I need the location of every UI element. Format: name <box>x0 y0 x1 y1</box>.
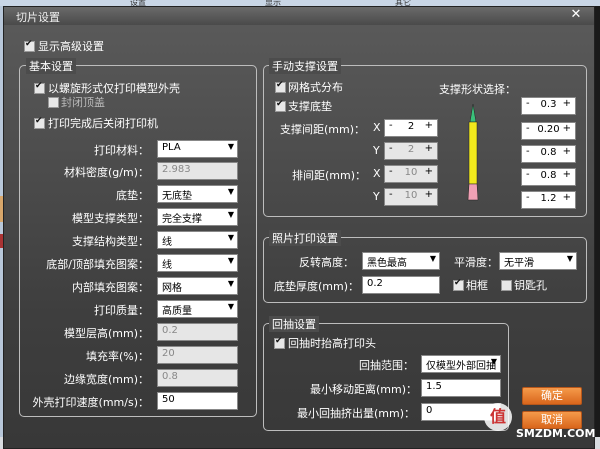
shape-stepper-4[interactable]: -0.8 + <box>521 168 576 186</box>
support-shape-icon <box>467 103 479 201</box>
material-label: 打印材料： <box>94 144 149 157</box>
base-label: 底垫： <box>116 189 149 202</box>
frame-label: 相框 <box>466 279 488 292</box>
edge-width-field[interactable]: 0.8 <box>157 369 238 387</box>
dialog-title: 切片设置 <box>16 11 60 24</box>
support-shape-label: 支撑形状选择： <box>439 83 516 96</box>
quality-select[interactable]: 高质量 ▼ <box>157 300 238 318</box>
close-top-label: 封闭顶盖 <box>61 96 105 109</box>
min-move-field[interactable]: 1.5 <box>421 379 501 397</box>
material-select[interactable]: PLA ▼ <box>157 140 238 158</box>
spacing-y-label: Y <box>373 144 380 157</box>
density-label: 材料密度(g/m)： <box>64 166 149 179</box>
inner-pattern-label: 内部填充图案： <box>72 281 149 294</box>
lift-head-label: 回抽时抬高打印头 <box>288 337 376 350</box>
ok-button[interactable]: 确定 <box>522 387 582 405</box>
invert-height-select[interactable]: 黑色最高 ▼ <box>362 252 440 270</box>
watermark-text: SMZDM.COM <box>516 427 596 440</box>
retract-title: 回抽设置 <box>269 316 319 332</box>
layer-height-label: 模型层高(mm)： <box>63 327 149 340</box>
quality-label: 打印质量： <box>94 304 149 317</box>
shape-stepper-5[interactable]: -1.2 + <box>521 191 576 209</box>
support-type-select[interactable]: 完全支撑 ▼ <box>157 208 238 226</box>
keyhole-label: 钥匙孔 <box>514 279 547 292</box>
support-base-label: 支撑底垫 <box>288 100 332 113</box>
spiral-outer-checkbox[interactable] <box>34 81 45 94</box>
support-type-label: 模型支撑类型： <box>72 212 149 225</box>
fill-pattern-label: 底部/顶部填充图案： <box>46 258 149 271</box>
fill-pattern-select[interactable]: 线 ▼ <box>157 254 238 272</box>
layer-height-field[interactable]: 0.2 <box>157 323 238 341</box>
row-x-label: X <box>373 167 381 180</box>
base-thickness-label: 底垫厚度(mm)： <box>274 280 360 293</box>
lift-head-checkbox[interactable] <box>274 336 285 349</box>
grid-distribution-label: 网格式分布 <box>288 81 343 94</box>
spacing-x-label: X <box>373 121 381 134</box>
density-field[interactable]: 2.983 <box>157 162 238 180</box>
edge-width-label: 边缘宽度(mm)： <box>63 373 149 386</box>
show-advanced-checkbox[interactable] <box>24 39 35 52</box>
inner-pattern-select[interactable]: 网格 ▼ <box>157 277 238 295</box>
manual-support-title: 手动支撑设置 <box>269 58 341 74</box>
frame-checkbox[interactable] <box>453 278 464 291</box>
retract-range-label: 回抽范围： <box>359 359 414 372</box>
support-spacing-label: 支撑间距(mm)： <box>280 123 366 136</box>
support-base-checkbox[interactable] <box>275 99 286 112</box>
spacing-y-stepper[interactable]: -2 + <box>384 142 438 160</box>
base-thickness-field[interactable]: 0.2 <box>362 276 440 294</box>
keyhole-checkbox[interactable] <box>501 280 512 291</box>
shutdown-label: 打印完成后关闭打印机 <box>48 117 158 130</box>
title-bar[interactable]: 切片设置 ✕ <box>4 7 594 25</box>
slice-settings-dialog: 切片设置 ✕ 显示高级设置 基本设置 以螺旋形式仅打印模型外壳 封闭顶盖 打印完… <box>3 6 595 449</box>
fill-rate-label: 填充率(%)： <box>85 350 149 363</box>
shutdown-checkbox[interactable] <box>34 116 45 129</box>
spacing-x-stepper[interactable]: -2 + <box>384 119 438 137</box>
close-top-checkbox[interactable] <box>48 97 59 108</box>
row-y-label: Y <box>373 190 380 203</box>
fill-rate-field[interactable]: 20 <box>157 346 238 364</box>
row-spacing-label: 排间距(mm)： <box>292 169 367 182</box>
support-struct-label: 支撑结构类型： <box>72 235 149 248</box>
basic-settings-title: 基本设置 <box>26 58 76 74</box>
base-select[interactable]: 无底垫 ▼ <box>157 185 238 203</box>
shape-stepper-1[interactable]: -0.3 + <box>521 97 576 115</box>
invert-height-label: 反转高度： <box>299 256 354 269</box>
support-struct-select[interactable]: 线 ▼ <box>157 231 238 249</box>
min-move-label: 最小移动距离(mm)： <box>310 383 418 396</box>
shell-speed-label: 外壳打印速度(mm/s)： <box>32 396 149 409</box>
watermark-logo-icon: 值 <box>484 403 512 431</box>
shape-stepper-3[interactable]: -0.8 + <box>521 145 576 163</box>
show-advanced-label: 显示高级设置 <box>38 40 104 53</box>
smoothness-label: 平滑度： <box>454 256 498 269</box>
photo-print-title: 照片打印设置 <box>269 230 341 246</box>
shell-speed-field[interactable]: 50 <box>157 392 238 410</box>
row-y-stepper[interactable]: -10 + <box>384 188 438 206</box>
shape-stepper-2[interactable]: -0.20 + <box>521 122 576 140</box>
retract-range-select[interactable]: 仅模型外部回抽 ▼ <box>421 355 501 373</box>
close-icon[interactable]: ✕ <box>568 8 584 22</box>
smoothness-select[interactable]: 无平滑 ▼ <box>499 252 577 270</box>
row-x-stepper[interactable]: -10 + <box>384 165 438 183</box>
min-extrude-label: 最小回抽挤出量(mm)： <box>297 407 416 420</box>
grid-distribution-checkbox[interactable] <box>275 80 286 93</box>
